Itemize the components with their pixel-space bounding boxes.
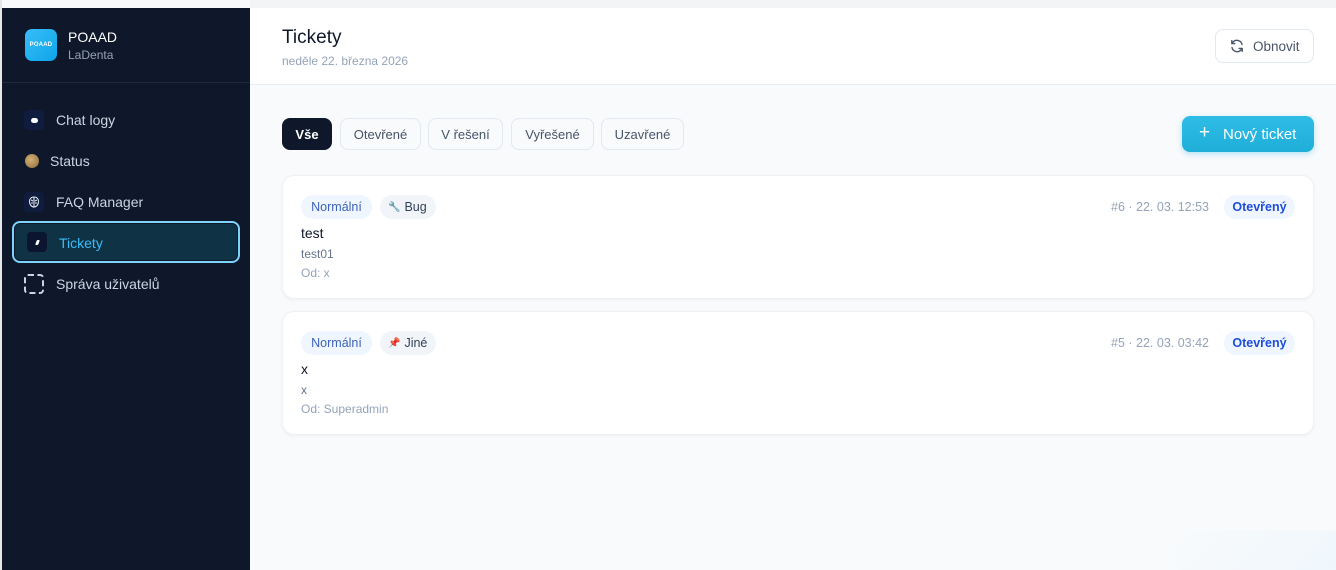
new-ticket-label: Nový ticket (1223, 126, 1297, 143)
ticket-author: Od: x (301, 266, 330, 280)
sidebar-item-label: Status (50, 153, 90, 169)
corner-glow (1176, 530, 1336, 570)
ticket-icon (27, 232, 47, 252)
tab-v-reseni[interactable]: V řešení (428, 118, 503, 150)
ticket-body: x (301, 383, 307, 397)
priority-badge: Normální (301, 195, 372, 219)
priority-badge: Normální (301, 331, 372, 355)
users-icon (24, 274, 44, 294)
sidebar-item-label: Správa uživatelů (56, 276, 160, 292)
sidebar-item-chat-logy[interactable]: Chat logy (12, 100, 240, 140)
sidebar-item-label: FAQ Manager (56, 194, 144, 210)
sidebar: POAAD POAAD LaDenta Chat logy Status FAQ… (2, 8, 250, 570)
brand-tenant: LaDenta (68, 48, 114, 62)
ticket-body: test01 (301, 247, 334, 261)
refresh-button[interactable]: Obnovit (1215, 29, 1314, 63)
bug-icon: 🔧 (388, 201, 401, 213)
category-badge: 🔧 Bug (380, 195, 436, 219)
ticket-title: x (301, 361, 308, 377)
tab-otevrene[interactable]: Otevřené (340, 118, 421, 150)
ticket-card[interactable]: Normální 🔧 Bug #6 · 22. 03. 12:53 Otevře… (282, 175, 1314, 299)
ticket-card[interactable]: Normální 📌 Jiné #5 · 22. 03. 03:42 Otevř… (282, 311, 1314, 435)
tab-vse[interactable]: Vše (282, 118, 332, 150)
ticket-title: test (301, 225, 324, 241)
sidebar-item-tickety[interactable]: Tickety (12, 221, 240, 263)
ticket-author: Od: Superadmin (301, 402, 389, 416)
chat-icon (24, 110, 44, 130)
category-label: Jiné (404, 336, 428, 350)
status-badge: Otevřený (1224, 331, 1295, 355)
page-date: neděle 22. března 2026 (282, 54, 409, 68)
ticket-meta: #5 · 22. 03. 03:42 (1111, 336, 1209, 350)
brain-icon-glyph (28, 196, 40, 208)
ticket-meta: #6 · 22. 03. 12:53 (1111, 200, 1209, 214)
brand: POAAD POAAD LaDenta (2, 8, 250, 83)
sidebar-item-status[interactable]: Status (12, 141, 240, 181)
new-ticket-button[interactable]: + Nový ticket (1182, 116, 1314, 152)
status-badge: Otevřený (1224, 195, 1295, 219)
brand-name: POAAD (68, 29, 118, 45)
sidebar-item-label: Tickety (59, 235, 103, 251)
status-dot-icon (22, 151, 42, 171)
plus-icon: + (1199, 122, 1211, 143)
category-label: Bug (404, 200, 427, 214)
refresh-label: Obnovit (1253, 39, 1300, 54)
sidebar-item-sprava-uzivatelu[interactable]: Správa uživatelů (12, 264, 240, 304)
top-strip (250, 0, 1336, 8)
tab-uzavrene[interactable]: Uzavřené (601, 118, 684, 150)
pin-icon: 📌 (388, 337, 401, 349)
page-title: Tickety (282, 27, 342, 48)
brand-logo-text: POAAD (29, 42, 53, 48)
refresh-icon (1231, 39, 1243, 53)
sidebar-item-label: Chat logy (56, 112, 116, 128)
brand-logo: POAAD (25, 29, 57, 61)
category-badge: 📌 Jiné (380, 331, 437, 355)
brain-icon (24, 192, 44, 212)
sidebar-item-faq-manager[interactable]: FAQ Manager (12, 182, 240, 222)
tab-vyresene[interactable]: Vyřešené (511, 118, 594, 150)
page-header: Tickety neděle 22. března 2026 Obnovit (250, 8, 1336, 85)
